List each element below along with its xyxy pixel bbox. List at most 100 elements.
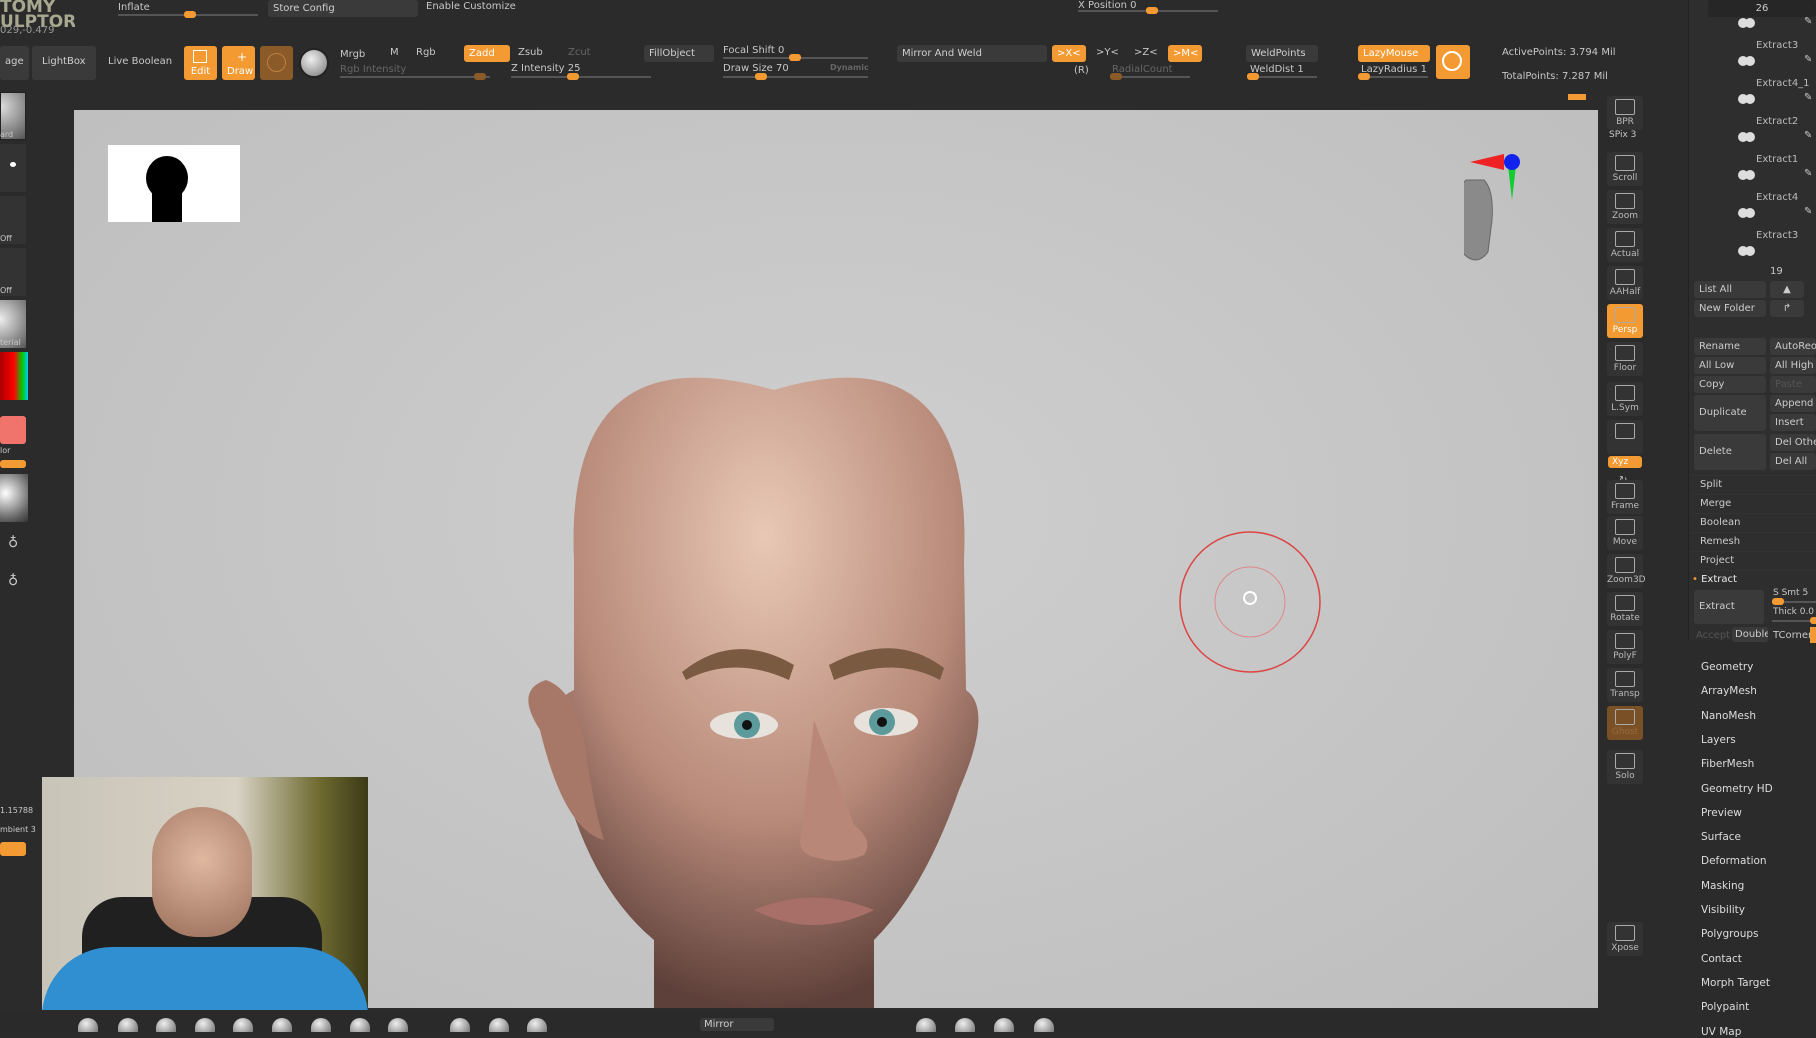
delete-button[interactable]: Delete xyxy=(1694,434,1766,470)
s-smt-slider[interactable] xyxy=(1772,598,1816,605)
paste-button[interactable]: Paste xyxy=(1770,376,1816,393)
shelf-zoom-button[interactable]: Zoom xyxy=(1607,190,1643,224)
tborder-button[interactable] xyxy=(1810,627,1816,643)
menu-deformation[interactable]: Deformation xyxy=(1701,855,1767,867)
light-bulb-icon[interactable]: ♁ xyxy=(8,535,18,551)
subtool-visibility-toggle[interactable] xyxy=(1738,18,1778,28)
menu-polypaint[interactable]: Polypaint xyxy=(1701,1001,1749,1013)
remesh-menu[interactable]: Remesh xyxy=(1690,532,1816,551)
shelf-aahalf-button[interactable]: AAHalf xyxy=(1607,266,1643,300)
store-config-button[interactable]: Store Config xyxy=(268,0,418,17)
extract-button[interactable]: Extract xyxy=(1694,590,1764,624)
radial-button[interactable]: (R) xyxy=(1074,65,1089,76)
draw-button[interactable]: + Draw xyxy=(222,46,255,80)
mirror-button[interactable]: Mirror xyxy=(700,1018,774,1031)
subtool-visibility-toggle[interactable] xyxy=(1738,94,1778,104)
spix-slider[interactable]: SPix 3 xyxy=(1609,130,1636,140)
split-menu[interactable]: Split xyxy=(1690,475,1816,494)
shelf-lock-camera-button[interactable] xyxy=(1607,420,1643,454)
brush-slot-icon[interactable] xyxy=(118,1018,138,1032)
subtool-visibility-toggle[interactable] xyxy=(1738,56,1778,66)
lazy-radius-slider[interactable] xyxy=(1358,73,1428,80)
brush-slot-icon[interactable] xyxy=(350,1018,370,1032)
home-page-button[interactable]: age xyxy=(0,46,29,80)
all-low-button[interactable]: All Low xyxy=(1694,357,1766,374)
double-button[interactable]: Double xyxy=(1732,627,1768,642)
shelf-scroll-button[interactable]: Scroll xyxy=(1607,152,1643,186)
shelf-frame-button[interactable]: Frame xyxy=(1607,480,1643,514)
subtool-item-name[interactable]: Extract4_1 xyxy=(1756,78,1810,89)
brush-icon[interactable]: ✎ xyxy=(1804,92,1812,103)
shelf-solo-button[interactable]: Solo xyxy=(1607,750,1643,784)
menu-preview[interactable]: Preview xyxy=(1701,807,1742,819)
live-boolean-button[interactable]: Live Boolean xyxy=(108,56,172,67)
menu-layers[interactable]: Layers xyxy=(1701,734,1736,746)
axis-gizmo[interactable] xyxy=(1464,140,1574,280)
stroke-thumbnail[interactable] xyxy=(0,144,26,192)
brush-slot-icon[interactable] xyxy=(272,1018,292,1032)
material-sphere-icon[interactable] xyxy=(299,48,329,78)
copy-button[interactable]: Copy xyxy=(1694,376,1766,393)
weld-points-button[interactable]: WeldPoints xyxy=(1246,45,1318,62)
menu-visibility[interactable]: Visibility xyxy=(1701,904,1745,916)
lazy-mouse-button[interactable]: LazyMouse xyxy=(1358,45,1430,62)
menu-fibermesh[interactable]: FiberMesh xyxy=(1701,758,1754,770)
draw-size-slider[interactable] xyxy=(723,73,868,80)
brush-slot-icon[interactable] xyxy=(233,1018,253,1032)
radial-count-slider[interactable] xyxy=(1110,73,1190,80)
menu-geometry-hd[interactable]: Geometry HD xyxy=(1701,783,1773,795)
shelf-polyf-button[interactable]: PolyF xyxy=(1607,630,1643,664)
mirror-and-weld-button[interactable]: Mirror And Weld xyxy=(897,45,1047,62)
dynamic-button[interactable]: Dynamic xyxy=(830,63,869,72)
zcut-button[interactable]: Zcut xyxy=(568,47,591,58)
brush-slot-icon[interactable] xyxy=(955,1018,975,1032)
brush-icon[interactable]: ✎ xyxy=(1804,168,1812,179)
shelf-xpose-button[interactable]: Xpose xyxy=(1607,922,1643,956)
subtool-visibility-toggle[interactable] xyxy=(1738,246,1778,256)
menu-polygroups[interactable]: Polygroups xyxy=(1701,928,1758,940)
move-mode-button[interactable] xyxy=(260,46,293,80)
brush-slot-icon[interactable] xyxy=(388,1018,408,1032)
sculpt-model[interactable] xyxy=(454,270,1094,1008)
brush-icon[interactable]: ✎ xyxy=(1804,16,1812,27)
weld-dist-slider[interactable] xyxy=(1247,73,1317,80)
m-button[interactable]: M xyxy=(390,47,399,58)
extract-menu[interactable]: • Extract xyxy=(1690,570,1816,589)
shelf-persp-button[interactable]: Persp xyxy=(1607,304,1643,338)
y-symmetry-button[interactable]: >Y< xyxy=(1096,47,1119,58)
menu-surface[interactable]: Surface xyxy=(1701,831,1741,843)
menu-masking[interactable]: Masking xyxy=(1701,880,1744,892)
all-high-button[interactable]: All High xyxy=(1770,357,1816,374)
rgb-button[interactable]: Rgb xyxy=(416,47,436,58)
enable-customize-button[interactable]: Enable Customize xyxy=(426,1,516,12)
lightbox-button[interactable]: LightBox xyxy=(32,46,96,80)
brush-slot-icon[interactable] xyxy=(489,1018,509,1032)
append-button[interactable]: Append xyxy=(1770,395,1816,412)
brush-icon[interactable]: ✎ xyxy=(1804,54,1812,65)
list-all-button[interactable]: List All xyxy=(1694,281,1766,298)
subtool-item-name[interactable]: Extract4 xyxy=(1756,192,1798,203)
brush-slot-icon[interactable] xyxy=(1034,1018,1054,1032)
color-toggle[interactable] xyxy=(0,460,26,468)
menu-morph-target[interactable]: Morph Target xyxy=(1701,977,1770,989)
xyz-rotate-button[interactable]: Xyz xyxy=(1608,456,1642,468)
brush-slot-icon[interactable] xyxy=(311,1018,331,1032)
zsub-button[interactable]: Zsub xyxy=(518,47,543,58)
focal-shift-slider[interactable] xyxy=(723,54,868,61)
menu-arraymesh[interactable]: ArrayMesh xyxy=(1701,685,1757,697)
shelf-zoom3d-button[interactable]: Zoom3D xyxy=(1607,554,1646,588)
thick-slider[interactable] xyxy=(1772,617,1816,624)
subtool-item-name[interactable]: Extract2 xyxy=(1756,116,1798,127)
main-color-swatch[interactable] xyxy=(0,416,26,444)
menu-nanomesh[interactable]: NanoMesh xyxy=(1701,710,1756,722)
color-picker[interactable] xyxy=(0,352,28,400)
move-up-button[interactable]: ▲ xyxy=(1770,281,1804,298)
brush-icon[interactable]: ✎ xyxy=(1804,130,1812,141)
accept-button[interactable]: Accept xyxy=(1696,630,1730,641)
subtool-visibility-toggle[interactable] xyxy=(1738,208,1778,218)
insert-button[interactable]: Insert xyxy=(1770,414,1816,431)
rgb-intensity-slider[interactable] xyxy=(340,73,490,80)
del-all-button[interactable]: Del All xyxy=(1770,453,1816,470)
new-folder-button[interactable]: New Folder xyxy=(1694,300,1766,317)
del-other-button[interactable]: Del Other xyxy=(1770,434,1816,451)
